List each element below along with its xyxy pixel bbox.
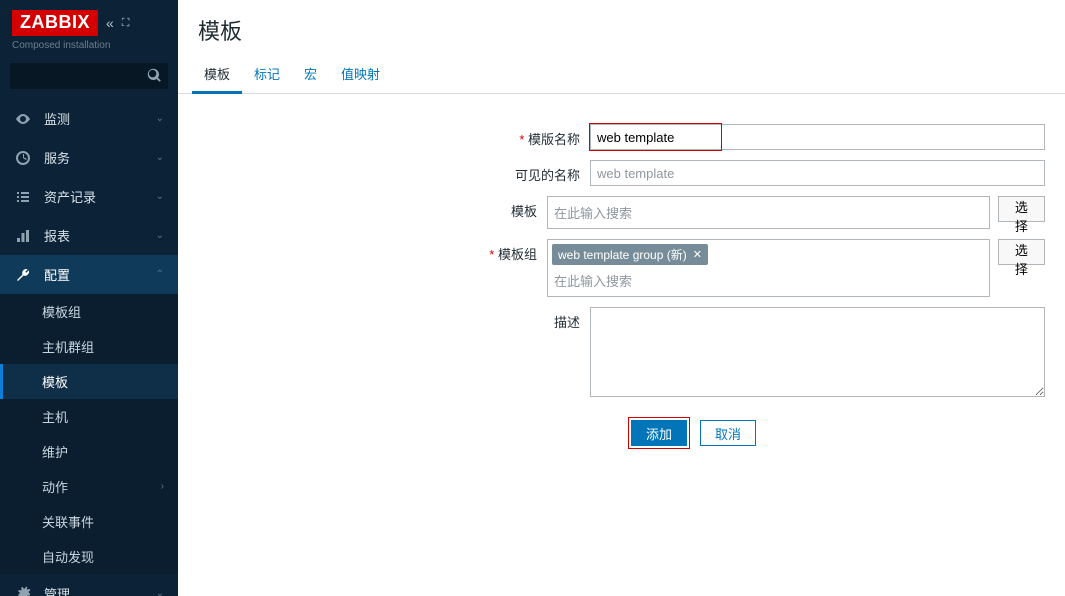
tag-remove-icon[interactable]: ✕ — [693, 248, 702, 261]
tab-template[interactable]: 模板 — [192, 56, 242, 94]
nav-label: 报表 — [44, 226, 156, 245]
input-template-name[interactable] — [590, 124, 1045, 150]
install-subtitle: Composed installation — [12, 40, 166, 51]
label-description: 描述 — [178, 307, 590, 331]
form-actions: 添加 取消 — [628, 417, 1045, 449]
main: 模板 模板 标记 宏 值映射 * 模版名称 可见的名称 — [178, 0, 1065, 596]
nav: 监测 ⌄ 服务 ⌄ 资产记录 ⌄ 报表 ⌄ 配置 ⌃ — [0, 99, 178, 294]
list-icon — [14, 189, 32, 205]
tabs: 模板 标记 宏 值映射 — [178, 56, 1065, 94]
clock-icon — [14, 150, 32, 166]
sidebar: ZABBIX « ⛶ Composed installation 监测 ⌄ — [0, 0, 178, 596]
chevron-up-icon: ⌃ — [156, 269, 164, 280]
tab-tags[interactable]: 标记 — [242, 56, 292, 93]
fullscreen-icon[interactable]: ⛶ — [122, 17, 130, 30]
multiselect-templates[interactable]: 在此输入搜索 — [547, 196, 990, 229]
textarea-description[interactable] — [590, 307, 1045, 397]
ms-placeholder: 在此输入搜索 — [552, 201, 985, 224]
wrench-icon — [14, 267, 32, 283]
gear-icon — [14, 586, 32, 596]
subnav-correlation[interactable]: 关联事件 — [0, 504, 178, 539]
nav-item-reports[interactable]: 报表 ⌄ — [0, 216, 178, 255]
nav-item-inventory[interactable]: 资产记录 ⌄ — [0, 177, 178, 216]
nav-label: 监测 — [44, 109, 156, 128]
subnav-configuration: 模板组 主机群组 模板 主机 维护 动作 › 关联事件 自动发现 — [0, 294, 178, 574]
chevron-down-icon: ⌄ — [156, 152, 164, 163]
tab-macros[interactable]: 宏 — [292, 56, 329, 93]
label-templates: 模板 — [178, 196, 547, 220]
nav-item-monitoring[interactable]: 监测 ⌄ — [0, 99, 178, 138]
eye-icon — [14, 111, 32, 127]
search-input[interactable] — [10, 63, 168, 89]
ms-placeholder: 在此输入搜索 — [552, 269, 985, 292]
template-form: * 模版名称 可见的名称 模板 在此输入搜索 — [178, 94, 1065, 449]
nav-label: 服务 — [44, 148, 156, 167]
cancel-button[interactable]: 取消 — [700, 420, 756, 446]
nav-label: 配置 — [44, 265, 156, 284]
nav-item-configuration[interactable]: 配置 ⌃ — [0, 255, 178, 294]
chevron-down-icon: ⌄ — [156, 113, 164, 124]
subnav-templates[interactable]: 模板 — [0, 364, 178, 399]
collapse-icon[interactable]: « — [106, 15, 114, 31]
input-visible-name[interactable] — [590, 160, 1045, 186]
multiselect-groups[interactable]: web template group (新) ✕ 在此输入搜索 — [547, 239, 990, 297]
chevron-down-icon: ⌄ — [156, 230, 164, 241]
add-highlight: 添加 — [628, 417, 690, 449]
nav-label: 管理 — [44, 584, 156, 596]
subnav-template-groups[interactable]: 模板组 — [0, 294, 178, 329]
label-template-name: * 模版名称 — [178, 124, 590, 148]
tab-valuemaps[interactable]: 值映射 — [329, 56, 392, 93]
search-box — [10, 63, 168, 89]
label-template-groups: * 模板组 — [178, 239, 547, 263]
subnav-maintenance[interactable]: 维护 — [0, 434, 178, 469]
nav-item-services[interactable]: 服务 ⌄ — [0, 138, 178, 177]
sidebar-header: ZABBIX « ⛶ Composed installation — [0, 0, 178, 57]
subnav-actions[interactable]: 动作 › — [0, 469, 178, 504]
subnav-hosts[interactable]: 主机 — [0, 399, 178, 434]
tag-label: web template group (新) — [558, 246, 687, 263]
nav-label: 资产记录 — [44, 187, 156, 206]
subnav-host-groups[interactable]: 主机群组 — [0, 329, 178, 364]
search-icon[interactable] — [147, 68, 162, 86]
add-button[interactable]: 添加 — [631, 420, 687, 446]
label-visible-name: 可见的名称 — [178, 160, 590, 184]
page-title: 模板 — [178, 0, 1065, 56]
chevron-right-icon: › — [161, 481, 164, 492]
chevron-down-icon: ⌄ — [156, 588, 164, 596]
chevron-down-icon: ⌄ — [156, 191, 164, 202]
group-tag: web template group (新) ✕ — [552, 244, 708, 265]
bar-chart-icon — [14, 228, 32, 244]
select-groups-button[interactable]: 选择 — [998, 239, 1045, 265]
nav-bottom: 管理 ⌄ — [0, 574, 178, 596]
subnav-label: 动作 — [42, 477, 68, 496]
subnav-discovery[interactable]: 自动发现 — [0, 539, 178, 574]
nav-item-administration[interactable]: 管理 ⌄ — [0, 574, 178, 596]
select-templates-button[interactable]: 选择 — [998, 196, 1045, 222]
logo[interactable]: ZABBIX — [12, 10, 98, 36]
